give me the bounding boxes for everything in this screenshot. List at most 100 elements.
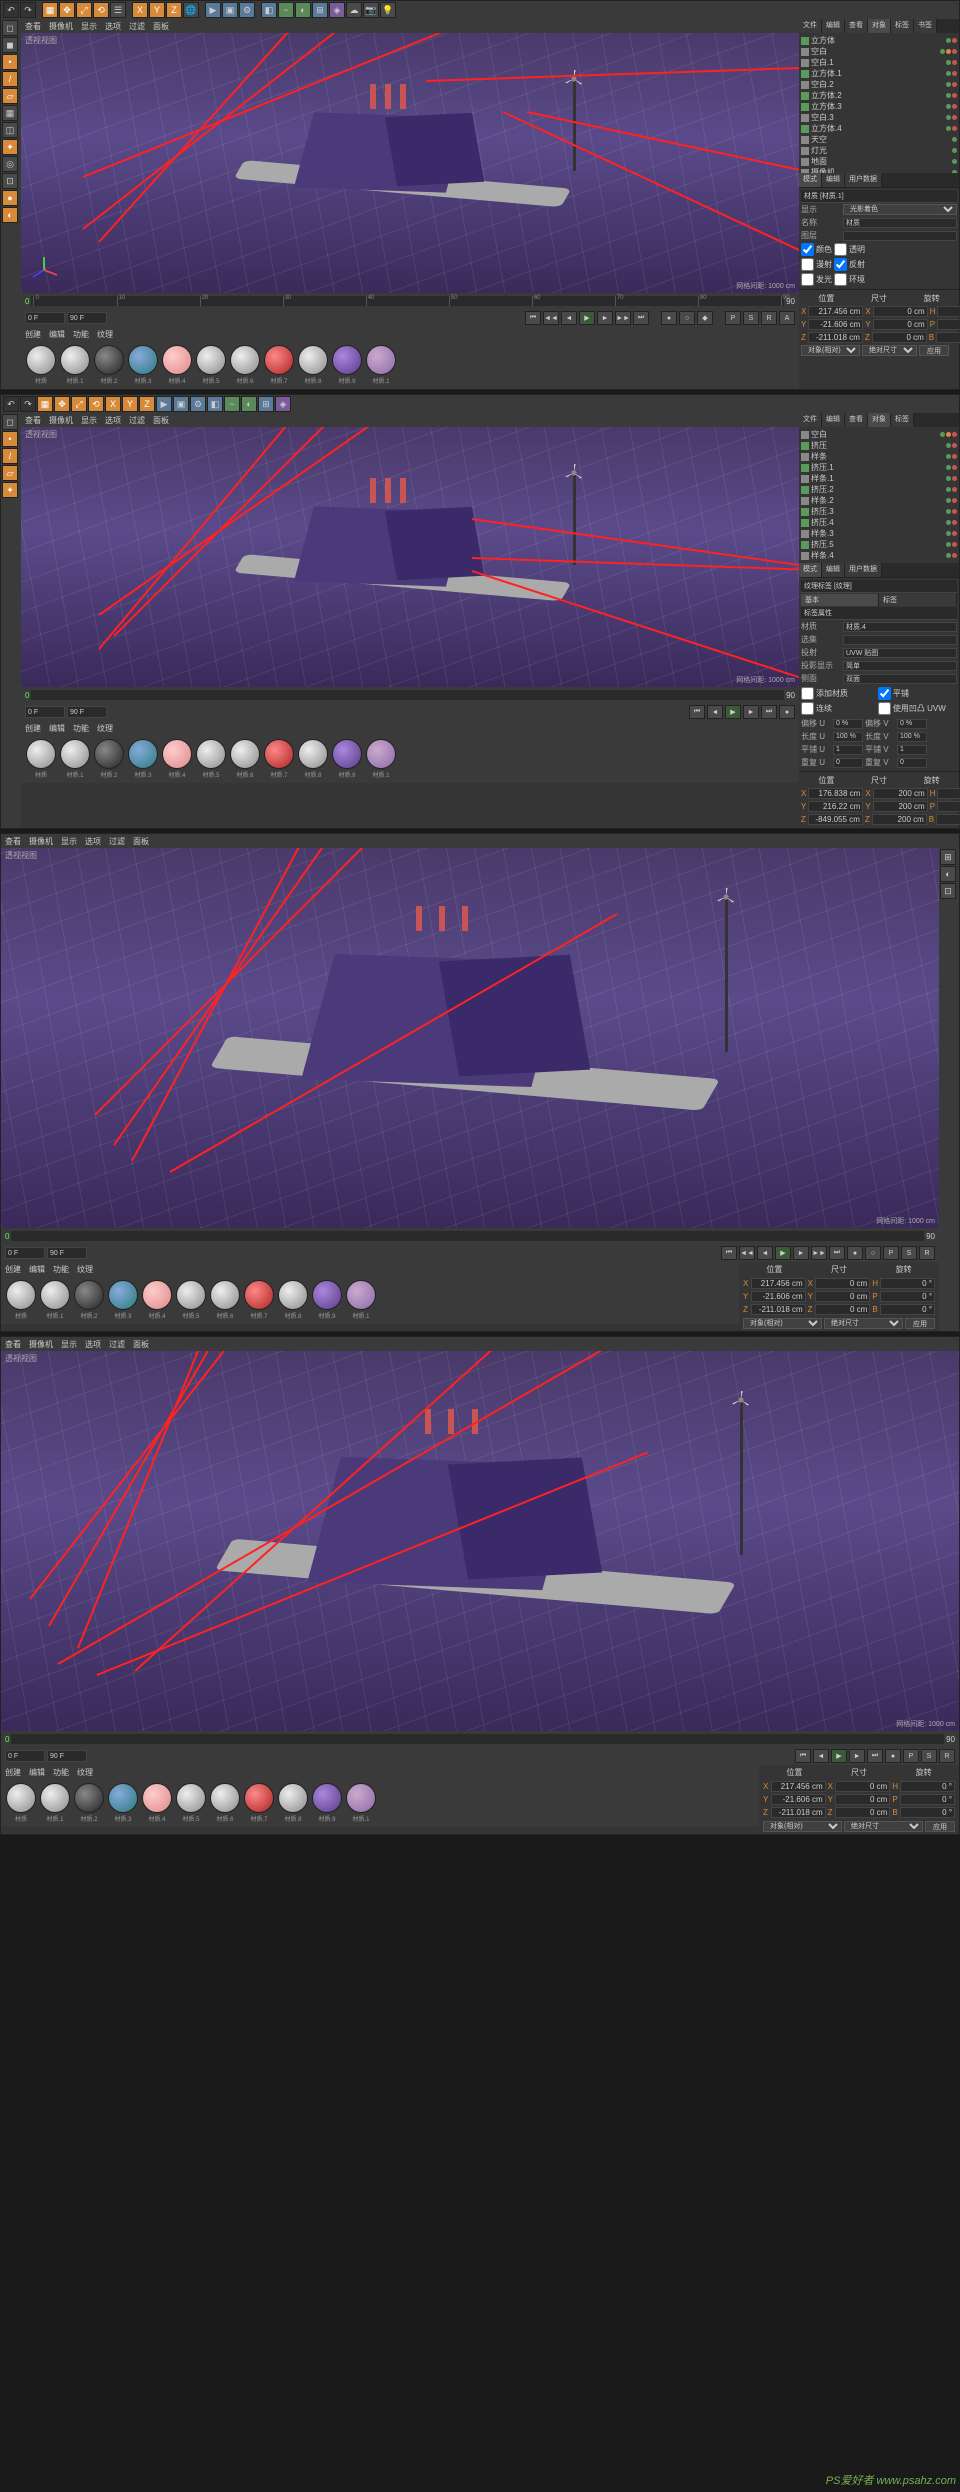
rot-input[interactable]: [937, 306, 960, 317]
tree-item[interactable]: 挤压: [801, 440, 957, 451]
material-swatch[interactable]: 材质.6: [209, 1783, 241, 1823]
x-axis-button[interactable]: X: [105, 396, 121, 412]
pos-input[interactable]: [751, 1278, 806, 1289]
tree-item[interactable]: 天空: [801, 134, 957, 145]
perspective-viewport[interactable]: 透视视图 网格间距: 1000 cm: [21, 33, 799, 293]
scale-tool[interactable]: ⤢: [76, 2, 92, 18]
material-swatch[interactable]: 材质.5: [175, 1783, 207, 1823]
material-swatch[interactable]: 材质.9: [331, 345, 363, 385]
tool[interactable]: ◐: [940, 866, 956, 882]
menu-item[interactable]: 显示: [61, 1339, 77, 1350]
material-swatch[interactable]: 材质.3: [127, 739, 159, 779]
material-swatch[interactable]: 材质.1: [365, 345, 397, 385]
material-swatch[interactable]: 材质.8: [277, 1280, 309, 1320]
apply-button[interactable]: 应用: [919, 345, 949, 356]
render-region-button[interactable]: ▣: [222, 2, 238, 18]
deformer-button[interactable]: ◈: [329, 2, 345, 18]
perspective-viewport[interactable]: 透视视图 网格间距: 1000 cm: [1, 848, 939, 1228]
pos-input[interactable]: [771, 1807, 826, 1818]
next-frame-button[interactable]: ►: [597, 311, 613, 325]
material-swatch[interactable]: 材质.3: [107, 1280, 139, 1320]
rot-input[interactable]: [880, 1304, 935, 1315]
scale-key[interactable]: S: [901, 1246, 917, 1260]
model-mode[interactable]: ◻: [2, 20, 18, 36]
material-manager[interactable]: 材质材质.1材质.2材质.3材质.4材质.5材质.6材质.7材质.8材质.9材质…: [1, 1276, 739, 1324]
undo-button[interactable]: ↶: [3, 2, 19, 18]
material-swatch[interactable]: 材质.1: [345, 1280, 377, 1320]
size-mode-select[interactable]: 绝对尺寸: [824, 1318, 903, 1329]
play-button[interactable]: ▶: [831, 1749, 847, 1763]
material-swatch[interactable]: 材质.2: [93, 345, 125, 385]
axis-mode[interactable]: ✦: [2, 139, 18, 155]
menu-item[interactable]: 摄像机: [29, 836, 53, 847]
size-input[interactable]: [873, 788, 928, 799]
size-input[interactable]: [873, 801, 928, 812]
edge-mode[interactable]: /: [2, 448, 18, 464]
menu-item[interactable]: 面板: [153, 21, 169, 32]
object-tree[interactable]: 空白挤压样条挤压.1样条.1挤压.2样条.2挤压.3挤压.4样条.3挤压.5样条…: [799, 427, 959, 563]
rot-input[interactable]: [937, 319, 960, 330]
array-button[interactable]: ⊞: [312, 2, 328, 18]
size-input[interactable]: [815, 1291, 870, 1302]
material-swatch[interactable]: 材质.7: [243, 1280, 275, 1320]
size-input[interactable]: [872, 332, 927, 343]
num-input[interactable]: [897, 732, 927, 742]
tab[interactable]: 标签: [891, 19, 914, 33]
goto-end-button[interactable]: ⏭: [867, 1749, 883, 1763]
tree-item[interactable]: 样条.2: [801, 495, 957, 506]
goto-start-button[interactable]: ⏮: [525, 311, 541, 325]
pos-input[interactable]: [771, 1781, 826, 1792]
menu-item[interactable]: 纹理: [77, 1767, 93, 1778]
frame-max-input[interactable]: [47, 1247, 87, 1259]
point-mode[interactable]: •: [2, 54, 18, 70]
spline-button[interactable]: ~: [278, 2, 294, 18]
cube-prim-button[interactable]: ◧: [261, 2, 277, 18]
menu-item[interactable]: 纹理: [77, 1264, 93, 1275]
tab[interactable]: 用户数据: [845, 173, 882, 187]
perspective-viewport[interactable]: 透视视图 网格间距: 1000 cm: [1, 1351, 959, 1731]
point-mode[interactable]: •: [2, 431, 18, 447]
menu-item[interactable]: 显示: [81, 21, 97, 32]
material-swatch[interactable]: 材质.7: [263, 345, 295, 385]
frame-start-input[interactable]: [25, 706, 65, 718]
tree-item[interactable]: 挤压.1: [801, 462, 957, 473]
goto-end-button[interactable]: ⏭: [829, 1246, 845, 1260]
goto-start-button[interactable]: ⏮: [689, 705, 705, 719]
scale-key[interactable]: S: [921, 1749, 937, 1763]
basic-tab[interactable]: 基本: [801, 594, 879, 606]
coord-mode-select[interactable]: 对象(相对): [801, 345, 860, 356]
menu-item[interactable]: 摄像机: [29, 1339, 53, 1350]
tab[interactable]: 书签: [914, 19, 937, 33]
y-axis-button[interactable]: Y: [122, 396, 138, 412]
tree-item[interactable]: 立方体.2: [801, 90, 957, 101]
prev-frame-button[interactable]: ◄: [561, 311, 577, 325]
material-swatch[interactable]: 材质.8: [297, 739, 329, 779]
material-swatch[interactable]: 材质.6: [229, 739, 261, 779]
record-button[interactable]: ●: [847, 1246, 863, 1260]
menu-item[interactable]: 创建: [25, 329, 41, 340]
menu-item[interactable]: 选项: [85, 1339, 101, 1350]
pos-input[interactable]: [808, 814, 863, 825]
num-input[interactable]: [897, 719, 927, 729]
rot-input[interactable]: [900, 1807, 955, 1818]
goto-start-button[interactable]: ⏮: [795, 1749, 811, 1763]
prop-input[interactable]: [843, 648, 957, 658]
tree-item[interactable]: 灯光: [801, 145, 957, 156]
undo-button[interactable]: ↶: [3, 396, 19, 412]
tab[interactable]: 编辑: [822, 173, 845, 187]
scale-tool[interactable]: ⤢: [71, 396, 87, 412]
material-swatch[interactable]: 材质.1: [59, 739, 91, 779]
menu-item[interactable]: 编辑: [29, 1767, 45, 1778]
key-button[interactable]: ◆: [697, 311, 713, 325]
menu-item[interactable]: 过滤: [109, 836, 125, 847]
menu-item[interactable]: 纹理: [97, 723, 113, 734]
move-tool[interactable]: ✥: [59, 2, 75, 18]
menu-item[interactable]: 功能: [53, 1264, 69, 1275]
redo-button[interactable]: ↷: [20, 2, 36, 18]
material-swatch[interactable]: 材质.1: [365, 739, 397, 779]
menu-item[interactable]: 选项: [85, 836, 101, 847]
material-swatch[interactable]: 材质.2: [73, 1280, 105, 1320]
axis-mode[interactable]: ✦: [2, 482, 18, 498]
menu-item[interactable]: 显示: [81, 415, 97, 426]
render-settings-button[interactable]: ⚙: [190, 396, 206, 412]
